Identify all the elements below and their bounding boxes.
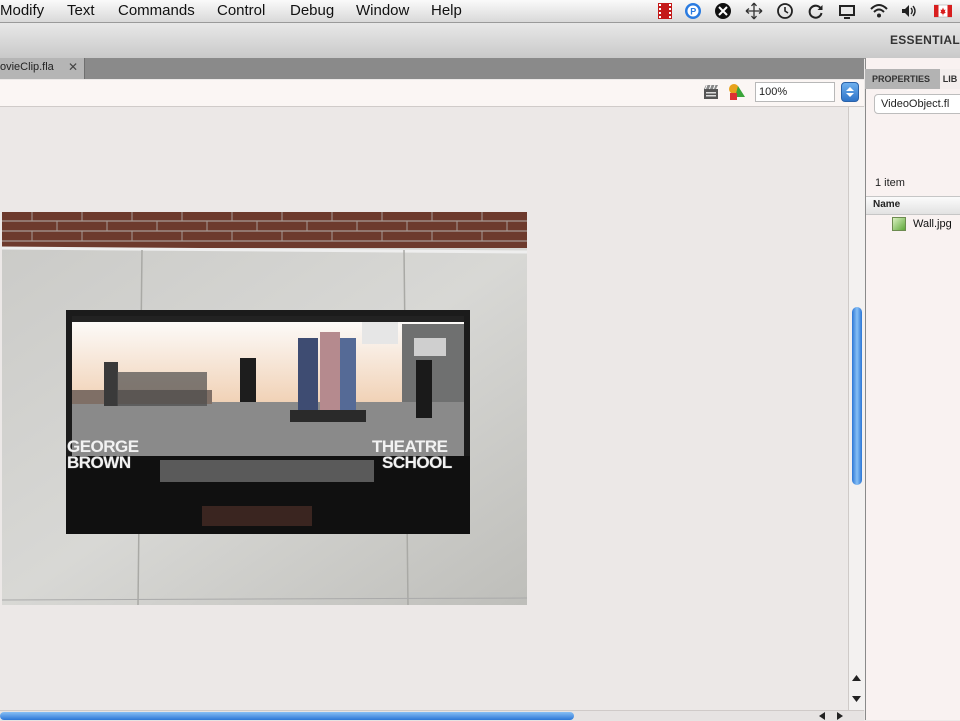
bitmap-icon [892, 217, 906, 231]
zoom-dropdown-button[interactable] [841, 82, 859, 102]
tab-library[interactable]: LIB [940, 69, 960, 89]
library-file-dropdown[interactable]: VideoObject.fl [874, 94, 960, 114]
menu-window[interactable]: Window [356, 0, 409, 22]
horizontal-scroll-thumb[interactable] [0, 712, 574, 720]
edit-bar: 100% [0, 80, 864, 107]
document-tab-bar: ovieClip.fla ✕ [0, 58, 864, 79]
canada-flag-icon[interactable] [934, 2, 952, 20]
menu-commands[interactable]: Commands [118, 0, 195, 22]
zoom-input[interactable]: 100% [755, 82, 835, 102]
menu-help[interactable]: Help [431, 0, 462, 22]
move-icon[interactable] [745, 2, 763, 20]
vertical-scroll-thumb[interactable] [852, 307, 862, 485]
poster-text-brown: BROWN [67, 453, 131, 472]
workspace-switcher[interactable]: ESSENTIAL [890, 33, 960, 47]
time-machine-icon[interactable] [776, 2, 794, 20]
menu-text[interactable]: Text [67, 0, 95, 22]
panel-tabs: PROPERTIES LIB [865, 69, 960, 89]
edit-symbols-icon[interactable] [728, 83, 746, 101]
application-bar: ESSENTIAL [0, 23, 960, 59]
menu-debug[interactable]: Debug [290, 0, 334, 22]
document-tab-label: ovieClip.fla [0, 61, 54, 73]
scroll-right-arrow-icon[interactable] [836, 712, 844, 720]
display-icon[interactable] [838, 2, 856, 20]
library-item-label: Wall.jpg [913, 218, 952, 230]
film-icon[interactable] [656, 2, 674, 20]
volume-icon[interactable] [900, 2, 918, 20]
document-tab[interactable]: ovieClip.fla ✕ [0, 58, 85, 79]
p-circle-icon[interactable]: P [684, 2, 702, 20]
library-item-count: 1 item [875, 177, 905, 189]
name-column-header-label: Name [873, 199, 901, 210]
scroll-down-arrow-icon[interactable] [852, 695, 861, 703]
library-panel [865, 58, 960, 720]
wifi-icon[interactable] [870, 2, 888, 20]
svg-text:P: P [690, 7, 696, 17]
close-icon[interactable]: ✕ [68, 60, 78, 74]
sync-icon[interactable] [807, 2, 825, 20]
scroll-left-arrow-icon[interactable] [818, 712, 826, 720]
scroll-up-arrow-icon[interactable] [852, 674, 861, 682]
stage-bitmap-wall-image[interactable]: GEORGE BROWN THEATRE SCHOOL [2, 212, 527, 605]
menu-modify[interactable]: Modify [0, 0, 44, 22]
poster-text-school: SCHOOL [382, 453, 452, 472]
edit-scene-icon[interactable] [702, 83, 720, 101]
menu-bar: Modify Text Commands Control Debug Windo… [0, 0, 960, 23]
menu-control[interactable]: Control [217, 0, 265, 22]
chevron-updown-icon [846, 87, 854, 97]
tab-properties[interactable]: PROPERTIES [872, 69, 930, 89]
bluetooth-icon[interactable] [714, 2, 732, 20]
